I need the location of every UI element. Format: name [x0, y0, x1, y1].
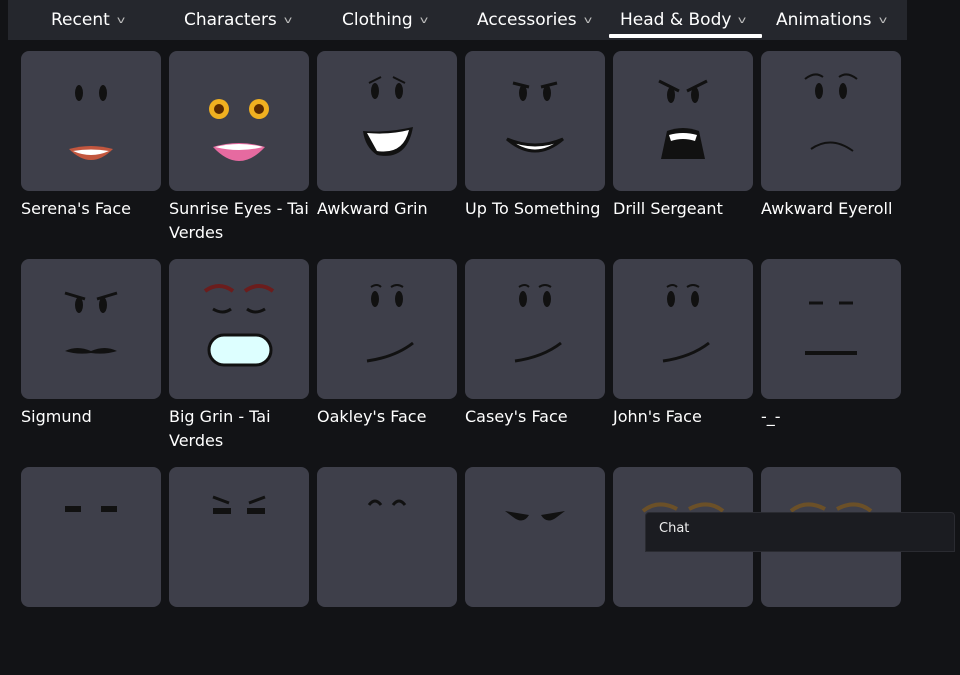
tab-characters[interactable]: Characters v	[184, 0, 292, 40]
smirk-face-icon	[514, 284, 562, 363]
chat-label: Chat	[659, 521, 690, 536]
drill-face-icon	[658, 79, 708, 159]
squint-brows-face-icon	[212, 495, 266, 514]
squint-face-icon	[65, 506, 117, 512]
category-nav	[8, 0, 907, 40]
up-to-something-face-icon	[506, 81, 564, 153]
face-item[interactable]: -_-	[761, 259, 901, 467]
tab-clothing[interactable]: Clothing v	[342, 0, 428, 40]
sunrise-face-icon	[209, 99, 269, 161]
face-item[interactable]: Drill Sergeant	[613, 51, 753, 259]
awkward-grin-face-icon	[363, 76, 413, 156]
face-thumbnail[interactable]	[169, 51, 309, 191]
face-item[interactable]: Up To Something	[465, 51, 605, 259]
item-name: Up To Something	[465, 199, 601, 218]
face-thumbnail[interactable]	[317, 259, 457, 399]
chevron-down-icon: v	[419, 14, 428, 26]
tab-label: Head & Body	[620, 10, 732, 30]
face-item[interactable]: Oakley's Face	[317, 259, 457, 467]
smirk-face-icon	[662, 284, 710, 363]
flat-face-icon	[805, 301, 857, 355]
face-thumbnail[interactable]	[169, 259, 309, 399]
tab-label: Recent	[51, 10, 110, 30]
tab-label: Animations	[776, 10, 872, 30]
face-thumbnail[interactable]	[613, 51, 753, 191]
item-name: -_-	[761, 407, 781, 426]
chevron-down-icon: v	[116, 14, 125, 26]
item-name: John's Face	[613, 407, 702, 426]
face-item[interactable]	[613, 467, 753, 675]
tab-accessories[interactable]: Accessories v	[477, 0, 592, 40]
eyeroll-face-icon	[804, 73, 858, 152]
face-item[interactable]: Serena's Face	[21, 51, 161, 259]
face-thumbnail[interactable]	[317, 51, 457, 191]
item-name: Serena's Face	[21, 199, 132, 218]
face-item[interactable]	[465, 467, 605, 675]
item-name: Oakley's Face	[317, 407, 427, 426]
face-item[interactable]	[169, 467, 309, 675]
face-item[interactable]: John's Face	[613, 259, 753, 467]
face-item[interactable]	[761, 467, 901, 675]
tab-label: Clothing	[342, 10, 413, 30]
big-grin-face-icon	[203, 284, 275, 367]
item-name: Big Grin - Tai Verdes	[169, 407, 271, 450]
face-item[interactable]: Awkward Grin	[317, 51, 457, 259]
face-thumbnail[interactable]	[761, 259, 901, 399]
face-thumbnail[interactable]	[21, 259, 161, 399]
item-name: Casey's Face	[465, 407, 568, 426]
face-thumbnail[interactable]	[613, 259, 753, 399]
chat-panel[interactable]: Chat	[645, 512, 955, 552]
smile-lips-face-icon	[69, 85, 113, 160]
face-thumbnail[interactable]	[465, 259, 605, 399]
item-name: Drill Sergeant	[613, 199, 723, 218]
face-item[interactable]: Sunrise Eyes - Tai Verdes	[169, 51, 309, 259]
happy-closed-face-icon	[367, 499, 407, 506]
tab-recent[interactable]: Recent v	[51, 0, 125, 40]
face-thumbnail[interactable]	[21, 51, 161, 191]
face-item[interactable]: Awkward Eyeroll	[761, 51, 901, 259]
face-item[interactable]: Casey's Face	[465, 259, 605, 467]
chevron-down-icon: v	[738, 14, 747, 26]
face-thumbnail[interactable]	[761, 51, 901, 191]
face-item[interactable]	[317, 467, 457, 675]
face-item[interactable]	[21, 467, 161, 675]
face-item[interactable]: Big Grin - Tai Verdes	[169, 259, 309, 467]
item-name: Awkward Eyeroll	[761, 199, 893, 218]
smirk-face-icon	[366, 284, 414, 363]
face-thumbnail[interactable]	[21, 467, 161, 607]
face-item[interactable]: Sigmund	[21, 259, 161, 467]
item-name: Awkward Grin	[317, 199, 428, 218]
tab-animations[interactable]: Animations v	[776, 0, 887, 40]
chevron-down-icon: v	[878, 14, 887, 26]
face-thumbnail[interactable]	[169, 467, 309, 607]
tab-head-body[interactable]: Head & Body v	[608, 0, 763, 40]
tab-label: Characters	[184, 10, 277, 30]
item-grid: Serena's Face Sunrise Eyes - Tai Verdes Aw…	[21, 51, 901, 675]
item-name: Sigmund	[21, 407, 92, 426]
chevron-down-icon: v	[583, 14, 592, 26]
sigmund-face-icon	[64, 291, 118, 354]
tab-label: Accessories	[477, 10, 577, 30]
angry-low-face-icon	[505, 511, 565, 521]
face-thumbnail[interactable]	[465, 467, 605, 607]
item-name: Sunrise Eyes - Tai Verdes	[169, 199, 309, 242]
face-thumbnail[interactable]	[465, 51, 605, 191]
face-thumbnail[interactable]	[317, 467, 457, 607]
chevron-down-icon: v	[283, 14, 292, 26]
